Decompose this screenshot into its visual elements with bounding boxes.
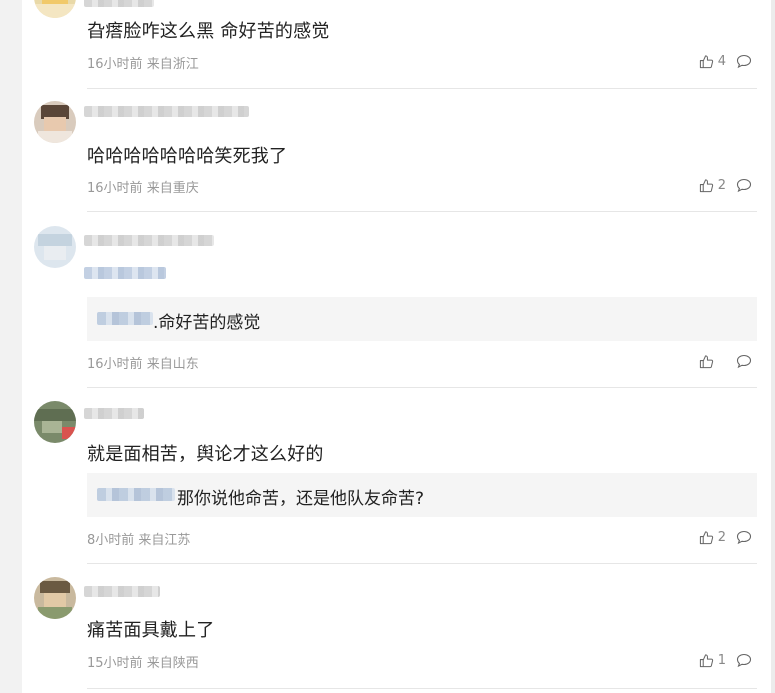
comment-location: 来自浙江: [146, 57, 199, 72]
reply-to-user-redacted[interactable]: [84, 267, 166, 279]
comment-meta: 16小时前 来自浙江: [87, 53, 199, 72]
comment-time: 8小时前: [87, 533, 135, 548]
thumbs-up-icon: [699, 653, 713, 667]
comment-text: 旮瘩脸咋这么黑 命好苦的感觉: [87, 21, 330, 42]
nickname-redacted: [84, 0, 154, 7]
comment-time: 15小时前: [87, 656, 143, 671]
nickname-redacted: [84, 408, 144, 419]
avatar[interactable]: [34, 0, 76, 18]
quoted-text: .命好苦的感觉: [153, 313, 261, 333]
nickname-redacted: [84, 586, 160, 597]
comment-meta: 16小时前 来自重庆: [87, 177, 199, 196]
like-count: 2: [717, 177, 726, 193]
comment-time: 16小时前: [87, 181, 143, 196]
comment-bubble-icon: [736, 354, 752, 368]
comment-actions: 1: [699, 650, 752, 670]
like-button[interactable]: 4: [699, 54, 726, 69]
reply-button[interactable]: [736, 653, 752, 668]
comment-text: 哈哈哈哈哈哈哈笑死我了: [87, 146, 288, 167]
reply-button[interactable]: [736, 530, 752, 545]
avatar[interactable]: [34, 401, 76, 443]
reply-button[interactable]: [736, 354, 752, 369]
comment-actions: 2: [699, 527, 752, 547]
comment-location: 来自山东: [146, 357, 199, 372]
scrollbar-track[interactable]: [771, 0, 775, 693]
like-button[interactable]: 2: [699, 178, 726, 193]
divider: [87, 563, 757, 564]
avatar[interactable]: [34, 226, 76, 268]
quoted-user-redacted[interactable]: [97, 488, 175, 501]
comment-actions: 2: [699, 175, 752, 195]
comment-time: 16小时前: [87, 57, 143, 72]
like-count: 1: [717, 652, 726, 668]
divider: [87, 211, 757, 212]
nickname-redacted: [84, 235, 214, 246]
quoted-user-redacted[interactable]: [97, 312, 153, 325]
comment-actions: 4: [699, 51, 752, 71]
comment-bubble-icon: [736, 653, 752, 667]
like-count: 4: [717, 53, 726, 69]
like-button[interactable]: 1: [699, 653, 726, 668]
comment-meta: 8小时前 来自江苏: [87, 529, 190, 548]
quoted-comment: .命好苦的感觉: [87, 297, 757, 341]
comment-panel: 旮瘩脸咋这么黑 命好苦的感觉 16小时前 来自浙江 4 哈哈哈哈哈哈哈笑死我了 …: [22, 0, 771, 693]
comment-location: 来自江苏: [138, 533, 191, 548]
avatar[interactable]: [34, 577, 76, 619]
comment-text: 痛苦面具戴上了: [87, 620, 215, 641]
comment-bubble-icon: [736, 178, 752, 192]
thumbs-up-icon: [699, 530, 713, 544]
comment-meta: 15小时前 来自陕西: [87, 652, 199, 671]
reply-button[interactable]: [736, 54, 752, 69]
nickname-redacted: [84, 106, 249, 117]
comment-location: 来自陕西: [146, 656, 199, 671]
comment-text: 就是面相苦，舆论才这么好的: [87, 444, 324, 465]
like-button[interactable]: [699, 354, 726, 369]
thumbs-up-icon: [699, 354, 714, 368]
quoted-text: 那你说他命苦，还是他队友命苦?: [177, 489, 425, 509]
reply-button[interactable]: [736, 178, 752, 193]
divider: [87, 688, 757, 689]
comment-actions: [699, 351, 752, 371]
comment-bubble-icon: [736, 530, 752, 544]
divider: [87, 88, 757, 89]
like-count: 2: [717, 529, 726, 545]
avatar[interactable]: [34, 101, 76, 143]
quoted-comment: 那你说他命苦，还是他队友命苦?: [87, 473, 757, 517]
divider: [87, 387, 757, 388]
thumbs-up-icon: [699, 54, 713, 68]
comment-time: 16小时前: [87, 357, 143, 372]
comment-meta: 16小时前 来自山东: [87, 353, 199, 372]
comment-bubble-icon: [736, 54, 752, 68]
thumbs-up-icon: [699, 178, 713, 192]
like-button[interactable]: 2: [699, 530, 726, 545]
comment-location: 来自重庆: [146, 181, 199, 196]
